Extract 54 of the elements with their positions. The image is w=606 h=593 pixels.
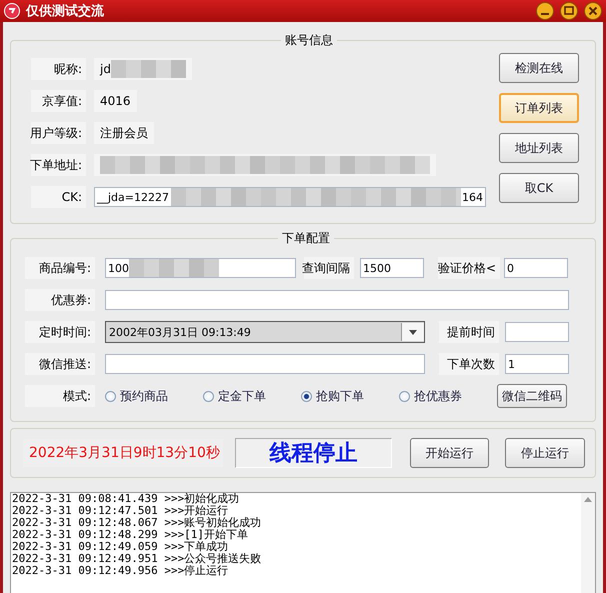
input-field[interactable]: 100: [105, 258, 296, 278]
field-label: 下单地址:: [31, 154, 86, 176]
field-value: jd: [100, 62, 111, 76]
field-label: 优惠券:: [25, 289, 95, 311]
radio-option[interactable]: 定金下单: [203, 388, 301, 404]
radio-option[interactable]: 抢优惠券: [399, 388, 497, 404]
field-value: 注册会员: [100, 124, 148, 142]
field-label: 昵称:: [31, 58, 86, 80]
input-field[interactable]: [105, 290, 569, 310]
log-line: 2022-3-31 09:12:48.299 >>>[1]开始下单: [12, 529, 250, 541]
app-logo-icon: [4, 3, 20, 19]
field-label: 验证价格<: [438, 257, 500, 279]
scroll-up-icon[interactable]: [584, 497, 592, 502]
window-title: 仅供测试交流: [26, 2, 105, 20]
input-field[interactable]: 0: [504, 258, 568, 278]
maximize-icon[interactable]: [560, 2, 578, 20]
field-label: 商品编号:: [25, 257, 95, 279]
action-button[interactable]: 订单列表: [499, 93, 579, 123]
field-label: 用户等级:: [31, 122, 86, 144]
action-button[interactable]: 取CK: [499, 173, 579, 203]
field-label: 定时时间:: [25, 321, 95, 343]
input-field[interactable]: 1: [505, 354, 569, 374]
field-label: 京享值:: [31, 90, 86, 112]
field-label: 提前时间: [439, 321, 499, 343]
close-icon[interactable]: [584, 2, 602, 20]
status-display: 线程停止: [235, 438, 392, 468]
panel-title: 下单配置: [281, 230, 331, 247]
log-line: 2022-3-31 09:12:49.951 >>>公众号推送失败: [12, 553, 262, 565]
dropdown-arrow-icon: [409, 330, 417, 334]
field-label: CK:: [31, 186, 86, 208]
field-label: 微信推送:: [25, 353, 95, 375]
run-button[interactable]: 停止运行: [505, 438, 585, 468]
log-line: 2022-3-31 09:08:41.439 >>>初始化成功: [12, 493, 240, 505]
panel-title: 账号信息: [284, 32, 334, 49]
field-label: 下单次数: [439, 353, 499, 375]
log-line: 2022-3-31 09:12:49.059 >>>下单成功: [12, 541, 230, 553]
action-button[interactable]: 检测在线: [499, 53, 579, 83]
log-line: 2022-3-31 09:12:47.501 >>>开始运行: [12, 505, 230, 517]
field-label: 模式:: [25, 385, 95, 407]
radio-option[interactable]: 抢购下单: [301, 388, 399, 404]
radio-option[interactable]: 预约商品: [105, 388, 203, 404]
field-value: 4016: [100, 94, 131, 108]
input-field[interactable]: 1500: [360, 258, 424, 278]
run-button[interactable]: 开始运行: [410, 438, 490, 468]
minimize-icon[interactable]: [536, 2, 554, 20]
input-field[interactable]: [505, 322, 569, 342]
log-line: 2022-3-31 09:12:49.956 >>>停止运行: [12, 565, 230, 577]
action-button[interactable]: 地址列表: [499, 133, 579, 163]
datetime-picker[interactable]: 2002年03月31日 09:13:49: [105, 321, 425, 343]
field-label: 查询间隔: [304, 257, 354, 279]
wechat-qr-button[interactable]: 微信二维码: [497, 384, 567, 408]
input-field[interactable]: [105, 354, 425, 374]
log-line: 2022-3-31 09:12:48.067 >>>账号初始化成功: [12, 517, 262, 529]
input-field[interactable]: __jda=12227 164: [94, 187, 486, 207]
